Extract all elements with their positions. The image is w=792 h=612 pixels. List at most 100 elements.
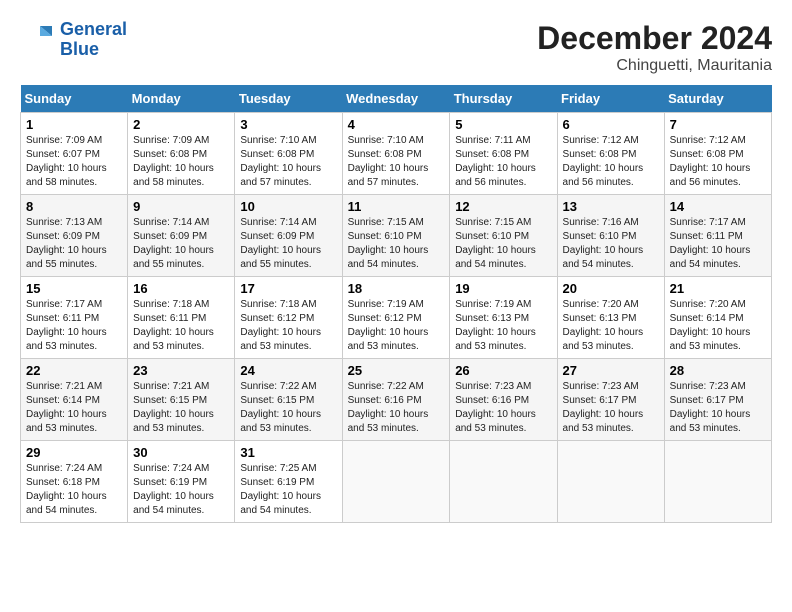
day-number: 29 — [26, 445, 122, 460]
header-friday: Friday — [557, 85, 664, 113]
calendar-week-row: 8 Sunrise: 7:13 AMSunset: 6:09 PMDaylight… — [21, 195, 772, 277]
header-tuesday: Tuesday — [235, 85, 342, 113]
calendar-day-cell: 25 Sunrise: 7:22 AMSunset: 6:16 PMDayligh… — [342, 359, 450, 441]
day-number: 18 — [348, 281, 445, 296]
day-info: Sunrise: 7:09 AMSunset: 6:08 PMDaylight:… — [133, 134, 229, 190]
calendar-day-cell: 30 Sunrise: 7:24 AMSunset: 6:19 PMDayligh… — [128, 441, 235, 523]
header-wednesday: Wednesday — [342, 85, 450, 113]
day-info: Sunrise: 7:20 AMSunset: 6:13 PMDaylight:… — [563, 298, 659, 354]
day-info: Sunrise: 7:09 AMSunset: 6:07 PMDaylight:… — [26, 134, 122, 190]
day-number: 16 — [133, 281, 229, 296]
day-number: 21 — [670, 281, 766, 296]
calendar-day-cell: 18 Sunrise: 7:19 AMSunset: 6:12 PMDayligh… — [342, 277, 450, 359]
calendar-day-cell: 31 Sunrise: 7:25 AMSunset: 6:19 PMDayligh… — [235, 441, 342, 523]
day-number: 15 — [26, 281, 122, 296]
day-info: Sunrise: 7:25 AMSunset: 6:19 PMDaylight:… — [240, 462, 336, 518]
day-info: Sunrise: 7:12 AMSunset: 6:08 PMDaylight:… — [670, 134, 766, 190]
calendar-day-cell: 29Sunrise: 7:24 AMSunset: 6:18 PMDayligh… — [21, 441, 128, 523]
day-info: Sunrise: 7:21 AMSunset: 6:15 PMDaylight:… — [133, 380, 229, 436]
day-info: Sunrise: 7:21 AMSunset: 6:14 PMDaylight:… — [26, 380, 122, 436]
calendar-day-cell: 19Sunrise: 7:19 AMSunset: 6:13 PMDayligh… — [450, 277, 557, 359]
calendar-day-cell: 3Sunrise: 7:10 AMSunset: 6:08 PMDaylight… — [235, 113, 342, 195]
location-title: Chinguetti, Mauritania — [537, 57, 772, 75]
day-number: 1 — [26, 117, 122, 132]
header-thursday: Thursday — [450, 85, 557, 113]
day-number: 10 — [240, 199, 336, 214]
day-number: 23 — [133, 363, 229, 378]
day-info: Sunrise: 7:22 AMSunset: 6:15 PMDaylight:… — [240, 380, 336, 436]
day-number: 4 — [348, 117, 445, 132]
day-info: Sunrise: 7:18 AMSunset: 6:11 PMDaylight:… — [133, 298, 229, 354]
calendar-day-cell: 26 Sunrise: 7:23 AMSunset: 6:16 PMDayligh… — [450, 359, 557, 441]
day-info: Sunrise: 7:23 AMSunset: 6:16 PMDaylight:… — [455, 380, 551, 436]
calendar-day-cell: 8 Sunrise: 7:13 AMSunset: 6:09 PMDaylight… — [21, 195, 128, 277]
day-info: Sunrise: 7:13 AMSunset: 6:09 PMDaylight:… — [26, 216, 122, 272]
title-area: December 2024 Chinguetti, Mauritania — [537, 20, 772, 75]
day-number: 22 — [26, 363, 122, 378]
logo: GeneralBlue — [20, 20, 127, 60]
day-info: Sunrise: 7:23 AMSunset: 6:17 PMDaylight:… — [670, 380, 766, 436]
calendar-day-cell: 14Sunrise: 7:17 AMSunset: 6:11 PMDayligh… — [664, 195, 771, 277]
header-sunday: Sunday — [21, 85, 128, 113]
calendar-week-row: 22 Sunrise: 7:21 AMSunset: 6:14 PMDayligh… — [21, 359, 772, 441]
logo-text: GeneralBlue — [60, 20, 127, 60]
calendar-week-row: 29Sunrise: 7:24 AMSunset: 6:18 PMDayligh… — [21, 441, 772, 523]
day-number: 25 — [348, 363, 445, 378]
calendar-day-cell: 22 Sunrise: 7:21 AMSunset: 6:14 PMDayligh… — [21, 359, 128, 441]
day-number: 11 — [348, 199, 445, 214]
day-number: 9 — [133, 199, 229, 214]
day-info: Sunrise: 7:14 AMSunset: 6:09 PMDaylight:… — [133, 216, 229, 272]
calendar-day-cell: 4 Sunrise: 7:10 AMSunset: 6:08 PMDaylight… — [342, 113, 450, 195]
calendar-day-cell — [557, 441, 664, 523]
day-number: 26 — [455, 363, 551, 378]
day-info: Sunrise: 7:11 AMSunset: 6:08 PMDaylight:… — [455, 134, 551, 190]
day-number: 6 — [563, 117, 659, 132]
day-number: 30 — [133, 445, 229, 460]
day-info: Sunrise: 7:19 AMSunset: 6:12 PMDaylight:… — [348, 298, 445, 354]
calendar-day-cell: 28 Sunrise: 7:23 AMSunset: 6:17 PMDayligh… — [664, 359, 771, 441]
calendar-day-cell: 1 Sunrise: 7:09 AMSunset: 6:07 PMDaylight… — [21, 113, 128, 195]
calendar-day-cell: 17 Sunrise: 7:18 AMSunset: 6:12 PMDayligh… — [235, 277, 342, 359]
day-number: 20 — [563, 281, 659, 296]
calendar-day-cell: 13 Sunrise: 7:16 AMSunset: 6:10 PMDayligh… — [557, 195, 664, 277]
weekday-header-row: Sunday Monday Tuesday Wednesday Thursday… — [21, 85, 772, 113]
day-info: Sunrise: 7:18 AMSunset: 6:12 PMDaylight:… — [240, 298, 336, 354]
calendar-day-cell: 10 Sunrise: 7:14 AMSunset: 6:09 PMDayligh… — [235, 195, 342, 277]
day-info: Sunrise: 7:15 AMSunset: 6:10 PMDaylight:… — [348, 216, 445, 272]
day-number: 31 — [240, 445, 336, 460]
day-number: 14 — [670, 199, 766, 214]
day-info: Sunrise: 7:22 AMSunset: 6:16 PMDaylight:… — [348, 380, 445, 436]
calendar-day-cell — [450, 441, 557, 523]
calendar-table: Sunday Monday Tuesday Wednesday Thursday… — [20, 85, 772, 523]
logo-icon — [20, 22, 56, 58]
day-info: Sunrise: 7:10 AMSunset: 6:08 PMDaylight:… — [348, 134, 445, 190]
day-info: Sunrise: 7:15 AMSunset: 6:10 PMDaylight:… — [455, 216, 551, 272]
calendar-day-cell — [342, 441, 450, 523]
calendar-day-cell: 23 Sunrise: 7:21 AMSunset: 6:15 PMDayligh… — [128, 359, 235, 441]
day-number: 17 — [240, 281, 336, 296]
calendar-day-cell — [664, 441, 771, 523]
day-info: Sunrise: 7:17 AMSunset: 6:11 PMDaylight:… — [26, 298, 122, 354]
calendar-day-cell: 5 Sunrise: 7:11 AMSunset: 6:08 PMDaylight… — [450, 113, 557, 195]
day-number: 13 — [563, 199, 659, 214]
day-number: 2 — [133, 117, 229, 132]
day-number: 3 — [240, 117, 336, 132]
page-header: GeneralBlue December 2024 Chinguetti, Ma… — [20, 20, 772, 75]
calendar-day-cell: 15 Sunrise: 7:17 AMSunset: 6:11 PMDayligh… — [21, 277, 128, 359]
day-number: 5 — [455, 117, 551, 132]
calendar-day-cell: 11 Sunrise: 7:15 AMSunset: 6:10 PMDayligh… — [342, 195, 450, 277]
calendar-day-cell: 16 Sunrise: 7:18 AMSunset: 6:11 PMDayligh… — [128, 277, 235, 359]
day-info: Sunrise: 7:24 AMSunset: 6:19 PMDaylight:… — [133, 462, 229, 518]
day-number: 7 — [670, 117, 766, 132]
calendar-day-cell: 7 Sunrise: 7:12 AMSunset: 6:08 PMDaylight… — [664, 113, 771, 195]
calendar-day-cell: 2 Sunrise: 7:09 AMSunset: 6:08 PMDaylight… — [128, 113, 235, 195]
day-number: 28 — [670, 363, 766, 378]
calendar-day-cell: 27Sunrise: 7:23 AMSunset: 6:17 PMDayligh… — [557, 359, 664, 441]
day-info: Sunrise: 7:14 AMSunset: 6:09 PMDaylight:… — [240, 216, 336, 272]
day-info: Sunrise: 7:16 AMSunset: 6:10 PMDaylight:… — [563, 216, 659, 272]
day-number: 8 — [26, 199, 122, 214]
calendar-day-cell: 12Sunrise: 7:15 AMSunset: 6:10 PMDayligh… — [450, 195, 557, 277]
day-info: Sunrise: 7:12 AMSunset: 6:08 PMDaylight:… — [563, 134, 659, 190]
calendar-day-cell: 24Sunrise: 7:22 AMSunset: 6:15 PMDayligh… — [235, 359, 342, 441]
calendar-week-row: 15 Sunrise: 7:17 AMSunset: 6:11 PMDayligh… — [21, 277, 772, 359]
